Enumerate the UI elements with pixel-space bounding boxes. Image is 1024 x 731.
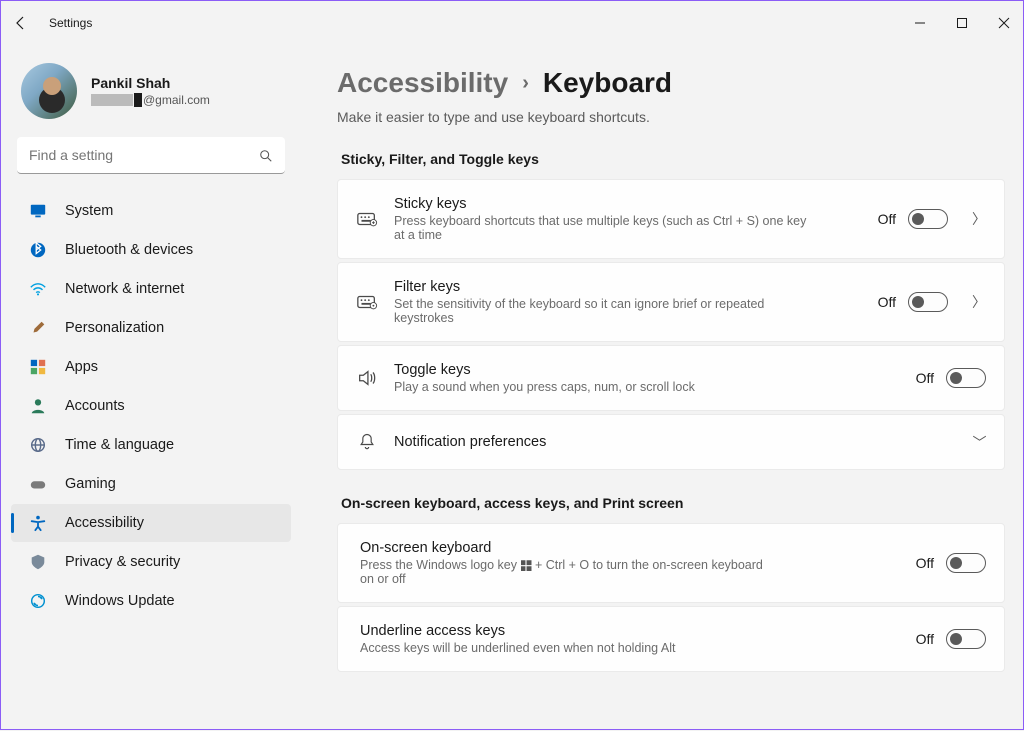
row-description: Access keys will be underlined even when…: [360, 641, 780, 655]
sidebar-item-bluetooth-devices[interactable]: Bluetooth & devices: [11, 231, 291, 269]
setting-row[interactable]: Underline access keys Access keys will be…: [338, 607, 1004, 671]
section-title: Sticky, Filter, and Toggle keys: [341, 151, 1005, 167]
profile-email: @gmail.com: [91, 93, 210, 107]
sidebar-item-gaming[interactable]: Gaming: [11, 465, 291, 503]
sound-icon: [356, 367, 378, 389]
close-button[interactable]: [997, 16, 1011, 30]
setting-row[interactable]: Sticky keys Press keyboard shortcuts that…: [338, 180, 1004, 258]
bluetooth-icon: [29, 241, 47, 259]
section-title: On-screen keyboard, access keys, and Pri…: [341, 495, 1005, 511]
setting-row[interactable]: Filter keys Set the sensitivity of the ke…: [338, 263, 1004, 341]
toggle-switch[interactable]: [946, 553, 986, 573]
chevron-right-icon: ›: [522, 72, 529, 95]
toggle-state-label: Off: [916, 555, 934, 571]
toggle-state-label: Off: [916, 370, 934, 386]
sidebar-item-accessibility[interactable]: Accessibility: [11, 504, 291, 542]
sidebar-item-label: System: [65, 203, 113, 219]
wifi-icon: [29, 280, 47, 298]
toggle-switch[interactable]: [946, 629, 986, 649]
chevron-right-icon[interactable]: 〉: [972, 209, 986, 229]
sidebar-item-personalization[interactable]: Personalization: [11, 309, 291, 347]
toggle-state-label: Off: [878, 294, 896, 310]
sidebar-item-time-language[interactable]: Time & language: [11, 426, 291, 464]
gamepad-icon: [29, 475, 47, 493]
sidebar-item-label: Apps: [65, 359, 98, 375]
row-description: Press the Windows logo key + Ctrl + O to…: [360, 558, 780, 586]
shield-icon: [29, 553, 47, 571]
grid-icon: [29, 358, 47, 376]
chevron-down-icon[interactable]: 〉: [969, 435, 989, 449]
keyboard-sticky-icon: [356, 208, 378, 230]
sidebar-item-label: Bluetooth & devices: [65, 242, 193, 258]
keyboard-filter-icon: [356, 291, 378, 313]
row-title: Filter keys: [394, 279, 862, 295]
update-icon: [29, 592, 47, 610]
row-title: Notification preferences: [394, 434, 948, 450]
row-description: Press keyboard shortcuts that use multip…: [394, 214, 814, 242]
toggle-switch[interactable]: [908, 209, 948, 229]
sidebar-item-label: Personalization: [65, 320, 164, 336]
sidebar-item-network-internet[interactable]: Network & internet: [11, 270, 291, 308]
breadcrumb-current: Keyboard: [543, 67, 672, 99]
row-title: On-screen keyboard: [360, 540, 900, 556]
setting-row[interactable]: On-screen keyboard Press the Windows logo…: [338, 524, 1004, 602]
avatar: [21, 63, 77, 119]
bell-icon: [356, 431, 378, 453]
toggle-state-label: Off: [916, 631, 934, 647]
sidebar-item-system[interactable]: System: [11, 192, 291, 230]
row-title: Sticky keys: [394, 196, 862, 212]
sidebar-item-privacy-security[interactable]: Privacy & security: [11, 543, 291, 581]
monitor-icon: [29, 202, 47, 220]
search-input[interactable]: [17, 137, 285, 174]
sidebar-item-label: Gaming: [65, 476, 116, 492]
page-subtitle: Make it easier to type and use keyboard …: [337, 109, 1005, 125]
globe-icon: [29, 436, 47, 454]
brush-icon: [29, 319, 47, 337]
sidebar-item-label: Windows Update: [65, 593, 175, 609]
window-title: Settings: [49, 16, 92, 30]
back-button[interactable]: [13, 15, 29, 31]
sidebar-item-label: Network & internet: [65, 281, 184, 297]
sidebar-item-label: Accounts: [65, 398, 125, 414]
minimize-button[interactable]: [913, 16, 927, 30]
breadcrumb-parent[interactable]: Accessibility: [337, 67, 508, 99]
person-icon: [29, 397, 47, 415]
toggle-switch[interactable]: [908, 292, 948, 312]
search-icon[interactable]: [259, 149, 273, 163]
windows-key-icon: [521, 560, 532, 571]
sidebar-item-label: Time & language: [65, 437, 174, 453]
sidebar-item-label: Privacy & security: [65, 554, 180, 570]
setting-row[interactable]: Toggle keys Play a sound when you press c…: [338, 346, 1004, 410]
profile-name: Pankil Shah: [91, 75, 210, 91]
maximize-button[interactable]: [955, 16, 969, 30]
profile-block[interactable]: Pankil Shah @gmail.com: [7, 53, 295, 137]
sidebar-item-apps[interactable]: Apps: [11, 348, 291, 386]
chevron-right-icon[interactable]: 〉: [972, 292, 986, 312]
accessibility-icon: [29, 514, 47, 532]
row-title: Toggle keys: [394, 362, 900, 378]
setting-row[interactable]: Notification preferences 〉: [338, 415, 1004, 469]
row-title: Underline access keys: [360, 623, 900, 639]
sidebar-item-label: Accessibility: [65, 515, 144, 531]
breadcrumb: Accessibility › Keyboard: [337, 67, 1005, 99]
row-description: Play a sound when you press caps, num, o…: [394, 380, 814, 394]
sidebar-item-windows-update[interactable]: Windows Update: [11, 582, 291, 620]
row-description: Set the sensitivity of the keyboard so i…: [394, 297, 814, 325]
sidebar-item-accounts[interactable]: Accounts: [11, 387, 291, 425]
toggle-state-label: Off: [878, 211, 896, 227]
toggle-switch[interactable]: [946, 368, 986, 388]
